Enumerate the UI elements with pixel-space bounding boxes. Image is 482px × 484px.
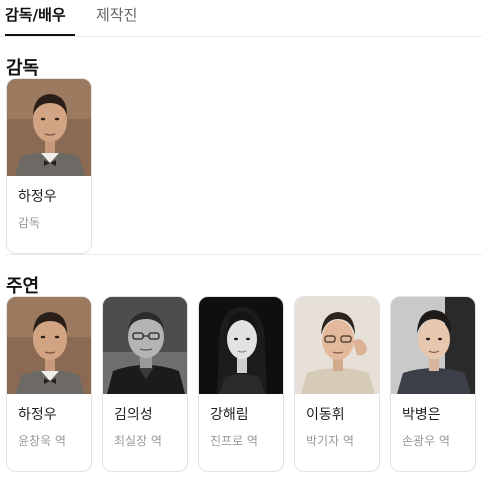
profile-photo xyxy=(199,297,283,394)
profile-photo xyxy=(7,297,91,394)
profile-photo xyxy=(295,297,379,394)
section-divider xyxy=(5,254,482,255)
profile-photo xyxy=(391,297,475,394)
profile-photo xyxy=(103,297,187,394)
person-name: 이동휘 xyxy=(306,407,345,423)
person-card-lead[interactable]: 강해림 진프로 역 xyxy=(198,296,284,472)
person-name: 김의성 xyxy=(114,407,153,423)
person-name: 하정우 xyxy=(18,407,57,423)
person-card-lead[interactable]: 김의성 최실장 역 xyxy=(102,296,188,472)
tab-production-staff[interactable]: 제작진 xyxy=(96,4,137,25)
person-role: 손광우 역 xyxy=(402,434,450,448)
section-title-directors: 감독 xyxy=(6,58,40,79)
person-card-lead[interactable]: 박병은 손광우 역 xyxy=(390,296,476,472)
tab-bar: 감독/배우 제작진 xyxy=(0,0,482,37)
section-title-leads: 주연 xyxy=(6,276,40,297)
person-role: 윤창욱 역 xyxy=(18,434,66,448)
person-card-director[interactable]: 하정우 감독 xyxy=(6,78,92,254)
person-role: 박기자 역 xyxy=(306,434,354,448)
active-tab-indicator xyxy=(5,34,75,36)
person-name: 박병은 xyxy=(402,407,441,423)
profile-photo xyxy=(7,79,91,176)
person-card-lead[interactable]: 이동휘 박기자 역 xyxy=(294,296,380,472)
person-name: 강해림 xyxy=(210,407,249,423)
person-role: 감독 xyxy=(18,216,41,230)
person-role: 최실장 역 xyxy=(114,434,162,448)
tab-directors-actors[interactable]: 감독/배우 xyxy=(5,4,66,25)
person-card-lead[interactable]: 하정우 윤창욱 역 xyxy=(6,296,92,472)
person-name: 하정우 xyxy=(18,189,57,205)
person-role: 진프로 역 xyxy=(210,434,258,448)
